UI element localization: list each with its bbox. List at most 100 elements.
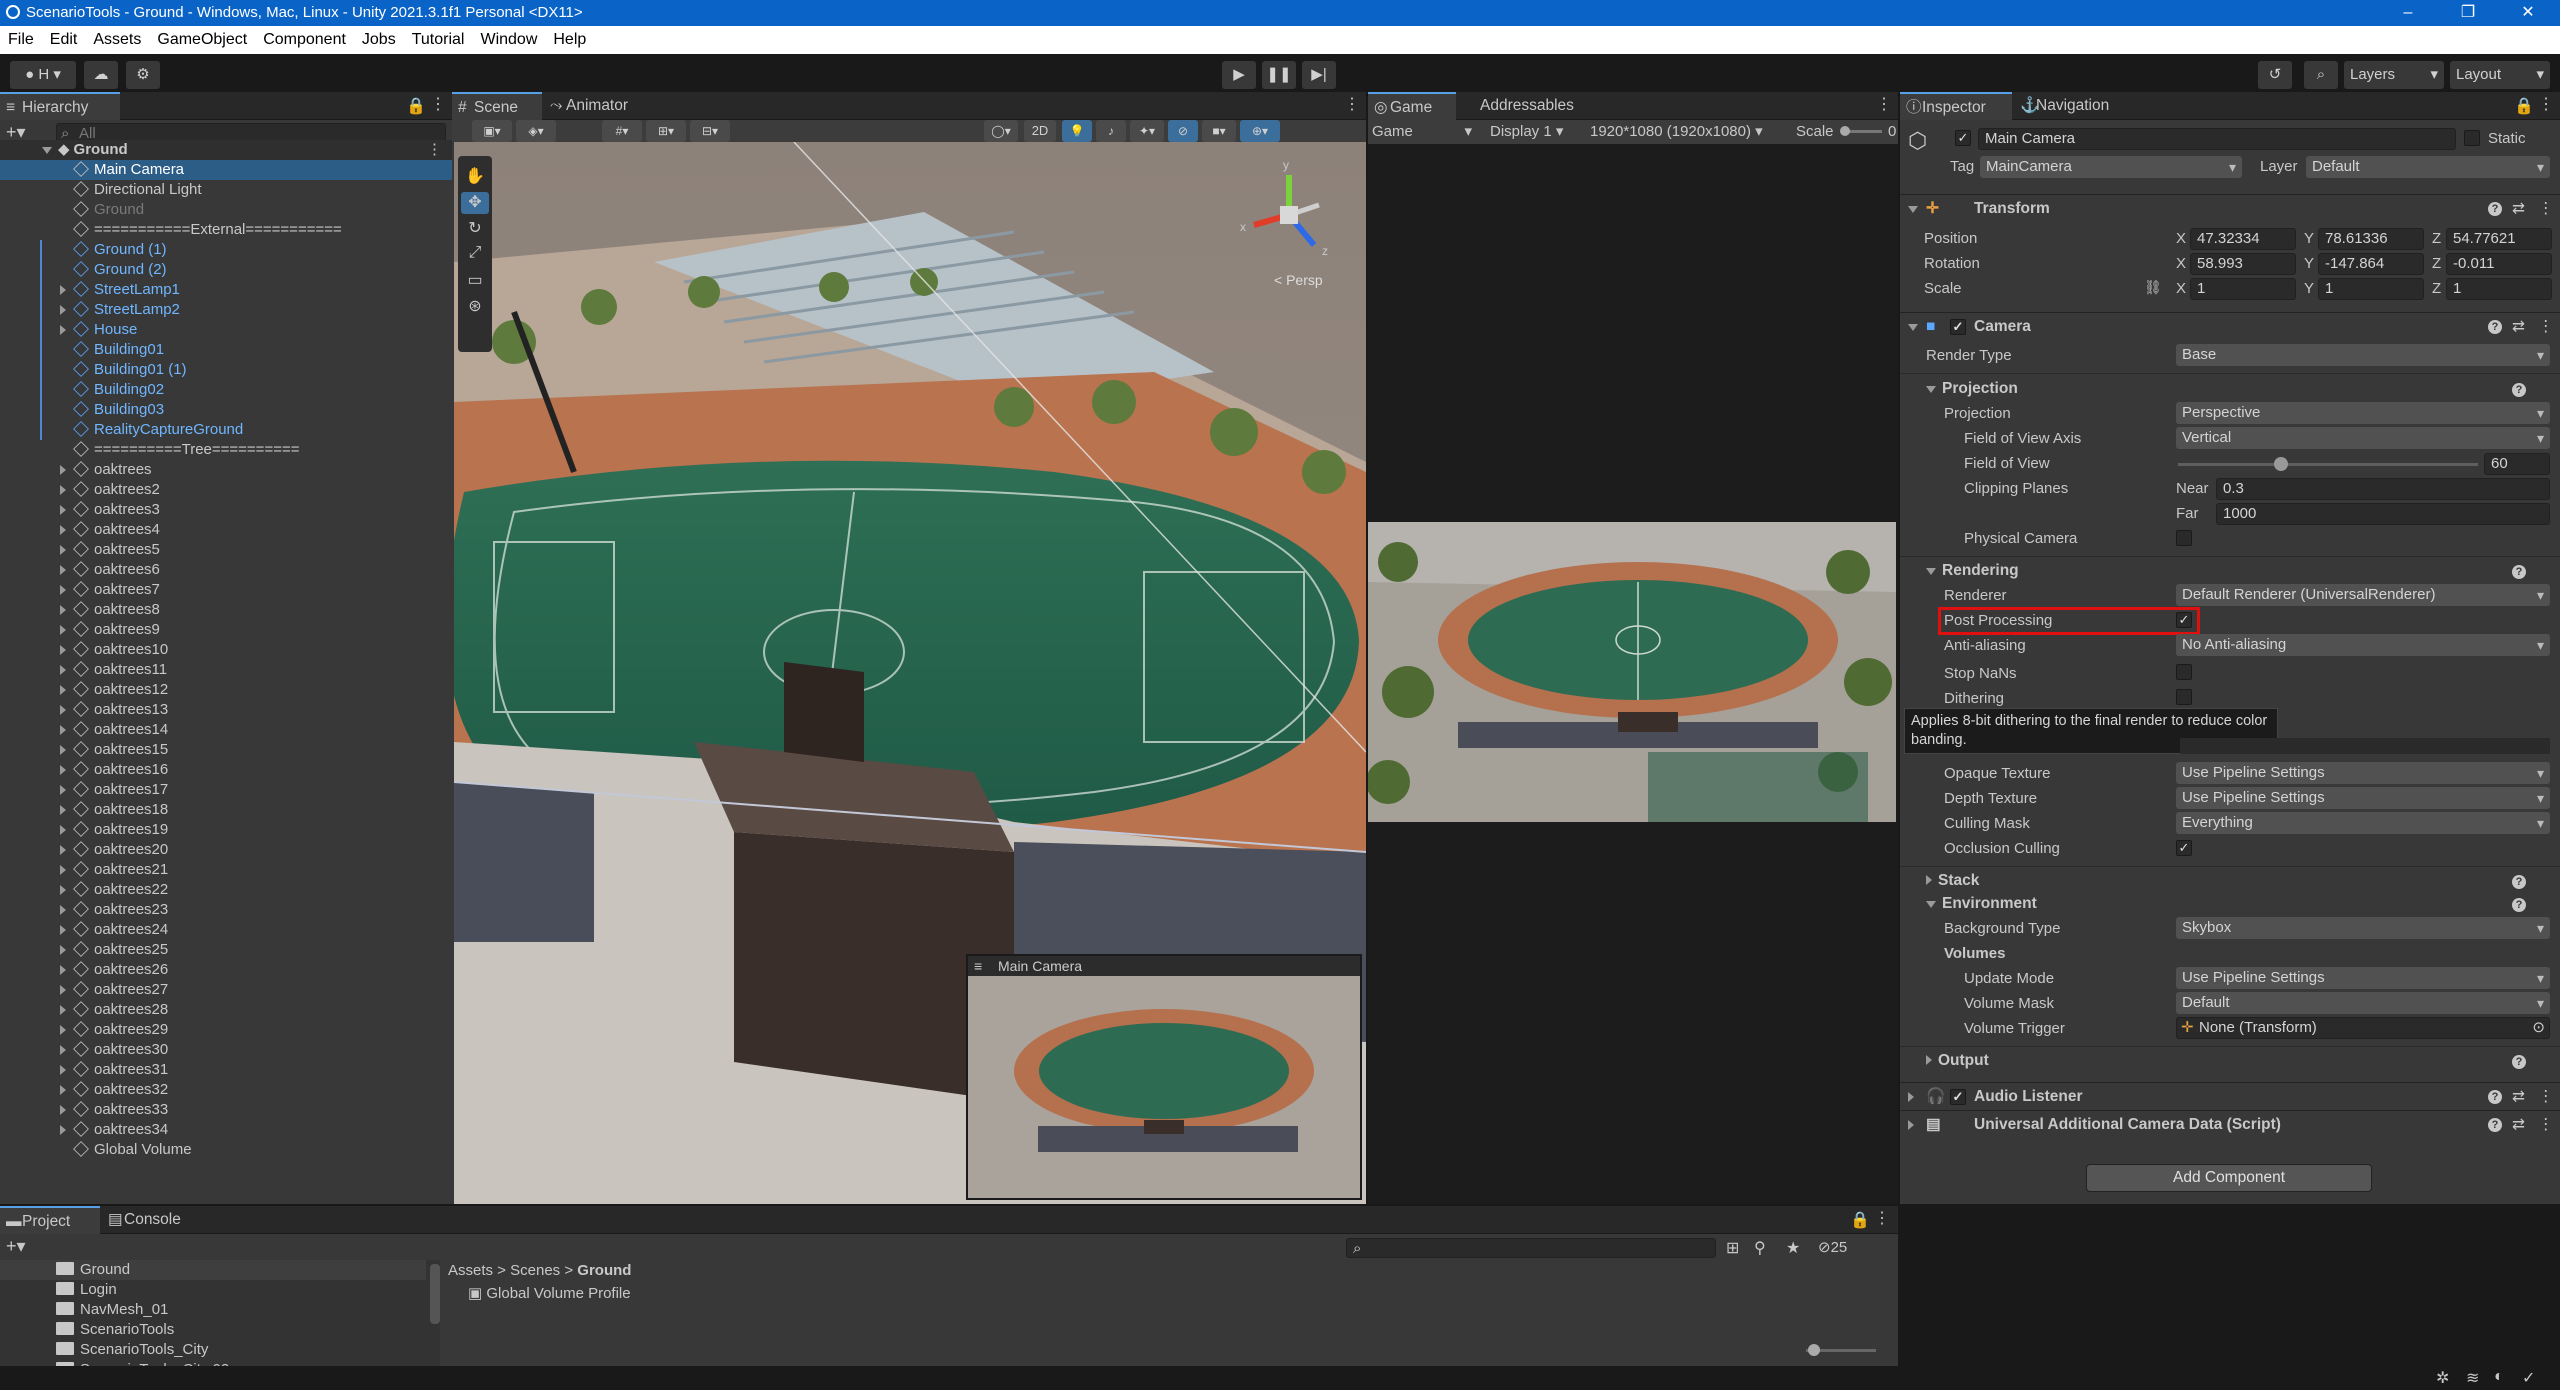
tab-hierarchy[interactable]: ≡ Hierarchy <box>0 92 120 120</box>
anti-aliasing-dropdown[interactable]: No Anti-aliasing <box>2176 634 2550 656</box>
presets-icon[interactable]: ⇄ <box>2512 1111 2525 1139</box>
expand-arrow-icon[interactable] <box>60 985 66 995</box>
expand-arrow-icon[interactable] <box>60 885 66 895</box>
axis-label[interactable]: Y <box>2304 255 2314 272</box>
rendering-section[interactable]: Rendering <box>1926 562 2019 580</box>
expand-arrow-icon[interactable] <box>60 905 66 915</box>
breadcrumb-assets[interactable]: Assets <box>448 1262 493 1279</box>
kebab-menu-icon[interactable]: ⋮ <box>2538 94 2554 114</box>
hierarchy-item[interactable]: Ground (1) <box>0 240 452 260</box>
axis-label[interactable]: Z <box>2432 230 2441 247</box>
hierarchy-item[interactable]: ==========Tree========== <box>0 440 452 460</box>
presets-icon[interactable]: ⇄ <box>2512 195 2525 223</box>
hierarchy-item[interactable]: oaktrees28 <box>0 1000 452 1020</box>
scale-field[interactable]: 1 <box>2190 278 2296 300</box>
hierarchy-item[interactable]: oaktrees25 <box>0 940 452 960</box>
hierarchy-item[interactable]: oaktrees19 <box>0 820 452 840</box>
snap-settings-icon[interactable]: ⊟▾ <box>690 120 730 142</box>
hierarchy-item[interactable]: oaktrees34 <box>0 1120 452 1140</box>
tab-project[interactable]: ▬ Project <box>0 1206 100 1234</box>
hierarchy-item[interactable]: oaktrees9 <box>0 620 452 640</box>
scale-slider-handle[interactable] <box>1840 126 1850 136</box>
collapse-arrow-icon[interactable] <box>1926 901 1936 908</box>
expand-arrow-icon[interactable] <box>60 485 66 495</box>
hierarchy-item[interactable]: oaktrees32 <box>0 1080 452 1100</box>
hierarchy-item[interactable]: ===========External=========== <box>0 220 452 240</box>
axis-label[interactable]: X <box>2176 280 2186 297</box>
hierarchy-item[interactable]: oaktrees5 <box>0 540 452 560</box>
help-icon[interactable]: ? <box>2512 875 2526 889</box>
rotate-tool-icon[interactable]: ↻ <box>461 218 489 240</box>
axis-label[interactable]: X <box>2176 230 2186 247</box>
expand-arrow-icon[interactable] <box>1926 1055 1932 1065</box>
object-name-field[interactable]: Main Camera <box>1978 128 2456 150</box>
audio-enabled-checkbox[interactable]: ✓ <box>1950 1089 1966 1105</box>
hierarchy-item[interactable]: oaktrees21 <box>0 860 452 880</box>
expand-arrow-icon[interactable] <box>60 565 66 575</box>
volume-trigger-field[interactable]: ✛ None (Transform) ⊙ <box>2176 1017 2550 1039</box>
menu-jobs[interactable]: Jobs <box>354 26 404 54</box>
layers-status-icon[interactable]: ≋ <box>2466 1368 2479 1388</box>
expand-arrow-icon[interactable] <box>1926 875 1932 885</box>
presets-icon[interactable]: ⇄ <box>2512 1083 2525 1111</box>
expand-arrow-icon[interactable] <box>60 685 66 695</box>
search-icon[interactable]: ⌕ <box>2304 61 2338 89</box>
render-mode-icon[interactable]: ◈▾ <box>516 120 556 142</box>
axis-label[interactable]: Z <box>2432 255 2441 272</box>
menu-file[interactable]: File <box>0 26 42 54</box>
expand-arrow-icon[interactable] <box>60 1085 66 1095</box>
expand-arrow-icon[interactable] <box>60 765 66 775</box>
game-view-dropdown[interactable]: Game ▾ <box>1372 120 1482 144</box>
breadcrumb-ground[interactable]: Ground <box>577 1262 631 1279</box>
tab-inspector[interactable]: ⓘ Inspector <box>1900 92 2012 120</box>
minimize-button[interactable]: – <box>2378 0 2438 26</box>
depth-texture-dropdown[interactable]: Use Pipeline Settings <box>2176 787 2550 809</box>
hierarchy-item[interactable]: Building01 (1) <box>0 360 452 380</box>
stop-nans-checkbox[interactable] <box>2176 664 2192 680</box>
component-menu-icon[interactable]: ⋮ <box>2538 1083 2554 1111</box>
hierarchy-item[interactable]: StreetLamp1 <box>0 280 452 300</box>
tab-addressables[interactable]: Addressables Groups <box>1458 92 1628 142</box>
hierarchy-item[interactable]: oaktrees18 <box>0 800 452 820</box>
expand-arrow-icon[interactable] <box>60 925 66 935</box>
near-field[interactable]: 0.3 <box>2216 478 2550 500</box>
grip-icon[interactable]: ≡ <box>974 956 982 976</box>
expand-arrow-icon[interactable] <box>60 645 66 655</box>
search-by-type-icon[interactable]: ⊞ <box>1726 1238 1739 1258</box>
help-icon[interactable]: ? <box>2512 1055 2526 1069</box>
game-menu-icon[interactable]: ⋮ <box>1876 94 1892 114</box>
expand-arrow-icon[interactable] <box>60 1125 66 1135</box>
hierarchy-item[interactable]: oaktrees15 <box>0 740 452 760</box>
expand-arrow-icon[interactable] <box>60 1045 66 1055</box>
expand-arrow-icon[interactable] <box>60 525 66 535</box>
hierarchy-item[interactable]: oaktrees10 <box>0 640 452 660</box>
expand-arrow-icon[interactable] <box>60 825 66 835</box>
expand-arrow-icon[interactable] <box>60 545 66 555</box>
grid-snap-icon[interactable]: #▾ <box>602 120 642 142</box>
scene-menu-icon[interactable]: ⋮ <box>1344 94 1360 114</box>
help-icon[interactable]: ? <box>2512 565 2526 579</box>
layers-dropdown[interactable]: Layers ▾ <box>2344 61 2444 89</box>
help-icon[interactable]: ? <box>2488 1090 2502 1104</box>
expand-arrow-icon[interactable] <box>60 605 66 615</box>
game-viewport[interactable] <box>1368 522 1896 822</box>
menu-gameobject[interactable]: GameObject <box>149 26 255 54</box>
resolution-dropdown[interactable]: 1920*1080 (1920x1080) ▾ <box>1590 120 1790 144</box>
lock-icon[interactable]: 🔒 <box>406 96 426 116</box>
hierarchy-item[interactable]: oaktrees16 <box>0 760 452 780</box>
scale-field[interactable]: 1 <box>2446 278 2552 300</box>
persp-label[interactable]: < Persp <box>1274 272 1323 288</box>
hierarchy-item[interactable]: House <box>0 320 452 340</box>
post-processing-checkbox[interactable]: ✓ <box>2176 612 2192 628</box>
help-icon[interactable]: ? <box>2488 202 2502 216</box>
hierarchy-item[interactable]: oaktrees8 <box>0 600 452 620</box>
expand-arrow-icon[interactable] <box>60 1025 66 1035</box>
hierarchy-item[interactable]: oaktrees27 <box>0 980 452 1000</box>
cache-icon[interactable]: ◐ <box>2494 1368 2504 1386</box>
help-icon[interactable]: ? <box>2512 898 2526 912</box>
fov-slider[interactable] <box>2178 463 2478 466</box>
render-type-dropdown[interactable]: Base <box>2176 344 2550 366</box>
transform-header[interactable]: ✛ Transform ? ⇄ ⋮ <box>1900 194 2560 222</box>
component-menu-icon[interactable]: ⋮ <box>2538 313 2554 341</box>
physical-camera-checkbox[interactable] <box>2176 530 2192 546</box>
